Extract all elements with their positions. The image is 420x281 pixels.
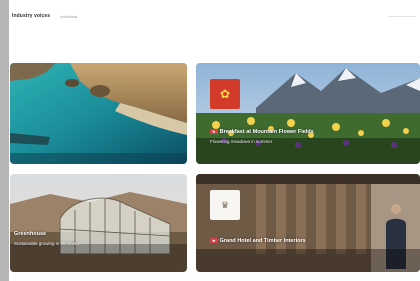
meadow-card-subtitle: Flowering meadows in summer [210, 139, 273, 144]
flower-icon: ✿ [219, 87, 231, 101]
greenhouse-card-subtitle: Sustainable growing in the valley [14, 241, 80, 246]
alpine-meadow-card[interactable]: ✿ ★ Breakfast at Mountain Flower Fields F… [196, 63, 420, 164]
crest-icon: ♛ [220, 199, 230, 210]
header-search-field[interactable] [388, 9, 416, 17]
meadow-brand-logo: ✿ [210, 79, 240, 109]
greenhouse-image [10, 174, 187, 272]
hotel-lobby-card[interactable]: ♛ ★ Grand Hotel and Timber Interiors [196, 174, 420, 272]
meadow-card-title: ★ Breakfast at Mountain Flower Fields [210, 129, 314, 135]
coastal-cove-image [10, 63, 187, 164]
greenhouse-card[interactable]: Greenhouse Sustainable growing in the va… [10, 174, 187, 272]
page-header: Industry voices Individual [12, 9, 77, 23]
page-title: Industry voices [12, 13, 51, 19]
hotel-brand-logo: ♛ [210, 190, 240, 220]
coastal-cove-card[interactable] [10, 63, 187, 164]
hotel-lobby-image [196, 174, 420, 272]
meadow-card-badge: ★ [210, 129, 218, 135]
hotel-card-title: ★ Grand Hotel and Timber Interiors [210, 238, 306, 244]
hotel-card-badge: ★ [210, 238, 218, 244]
greenhouse-card-title: Greenhouse [14, 231, 47, 237]
page-subtitle[interactable]: Individual [60, 14, 77, 19]
sidebar-strip [0, 0, 9, 281]
